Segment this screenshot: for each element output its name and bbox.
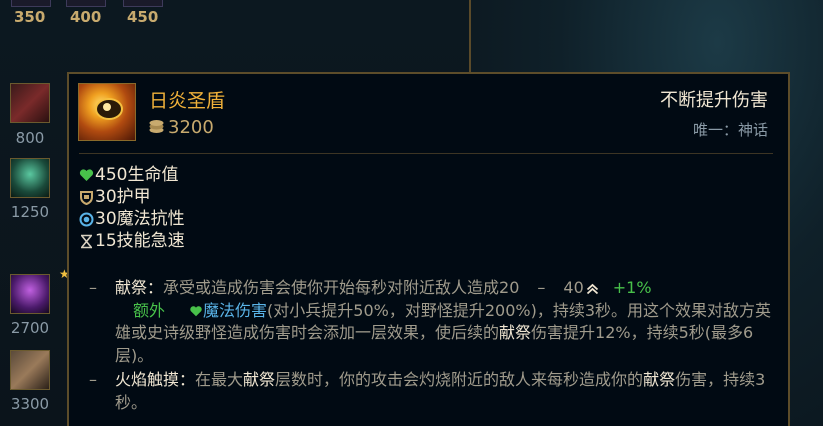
gold-icon — [149, 120, 164, 133]
armor-icon — [80, 190, 93, 205]
damage-type: 魔法伤害 — [203, 300, 268, 320]
passive-text: 承受或造成伤害会使你开始每秒对附近敌人造成20 — [163, 278, 520, 297]
passive-fire-touch: – 火焰触摸：在最大献祭层数时，你的攻击会灼烧附近的敌人来每秒造成你的献祭伤害，… — [89, 369, 779, 414]
item-cost: 3200 — [168, 117, 214, 138]
ability-haste-icon — [81, 234, 92, 248]
item-icon — [78, 83, 136, 141]
item-name: 日炎圣盾 — [149, 90, 226, 112]
item-tag: 不断提升伤害 — [660, 90, 768, 111]
passive-immolate: – 献祭：承受或造成伤害会使你开始每秒对附近敌人造成20–40 +1% 额外 魔法伤… — [89, 277, 779, 367]
bullet: – — [89, 278, 97, 297]
stat-armor: 30护甲 — [79, 186, 185, 208]
item-price: 3300 — [10, 395, 50, 413]
health-icon — [190, 305, 202, 316]
bullet: – — [89, 370, 97, 389]
divider — [79, 153, 773, 154]
shop-item[interactable] — [10, 158, 50, 198]
item-price: 800 — [15, 129, 45, 147]
item-price: 450 — [127, 8, 159, 26]
keyword: 献祭 — [243, 370, 276, 389]
stat-text: 30魔法抗性 — [95, 209, 185, 229]
range-max: 40 — [563, 278, 584, 297]
shop-item[interactable] — [11, 0, 51, 7]
stat-health: 450生命值 — [79, 164, 185, 186]
panel-divider — [469, 0, 471, 72]
stat-text: 450生命值 — [95, 165, 179, 185]
stat-list: 450生命值 30护甲 30魔法抗性 15技能急速 — [79, 164, 185, 252]
item-price: 2700 — [10, 319, 50, 337]
shop-item[interactable] — [123, 0, 163, 7]
passive-text: 层数时，你的攻击会灼烧附近的敌人来每秒造成你的 — [275, 370, 644, 389]
shop-item[interactable] — [66, 0, 106, 7]
keyword: 献祭 — [643, 370, 676, 389]
health-icon — [79, 168, 94, 181]
shop-item[interactable] — [10, 83, 50, 123]
item-rarity: 唯一：神话 — [692, 121, 768, 139]
item-price: 400 — [70, 8, 102, 26]
item-price: 1250 — [10, 203, 50, 221]
stat-text: 30护甲 — [95, 187, 151, 207]
item-price: 350 — [14, 8, 46, 26]
range-dash: – — [537, 278, 546, 297]
shop-item[interactable] — [10, 274, 50, 314]
bonus-value: +1% — [612, 278, 652, 297]
level-scaling-icon — [586, 283, 598, 294]
stat-ability-haste: 15技能急速 — [79, 230, 185, 252]
passive-name: 献祭： — [115, 278, 164, 297]
stat-text: 15技能急速 — [95, 231, 185, 251]
bonus-label: 额外 — [133, 300, 166, 320]
passive-text: 在最大 — [195, 370, 244, 389]
shop-item[interactable] — [10, 350, 50, 390]
passive-list: – 献祭：承受或造成伤害会使你开始每秒对附近敌人造成20–40 +1% 额外 魔法伤… — [89, 277, 779, 416]
magic-resist-icon — [79, 212, 94, 226]
stat-magic-resist: 30魔法抗性 — [79, 208, 185, 230]
passive-name: 火焰触摸： — [115, 370, 196, 389]
item-tooltip: 日炎圣盾 3200 不断提升伤害 唯一：神话 450生命值 30护甲 30魔法抗… — [67, 72, 790, 426]
keyword: 献祭 — [499, 323, 532, 342]
